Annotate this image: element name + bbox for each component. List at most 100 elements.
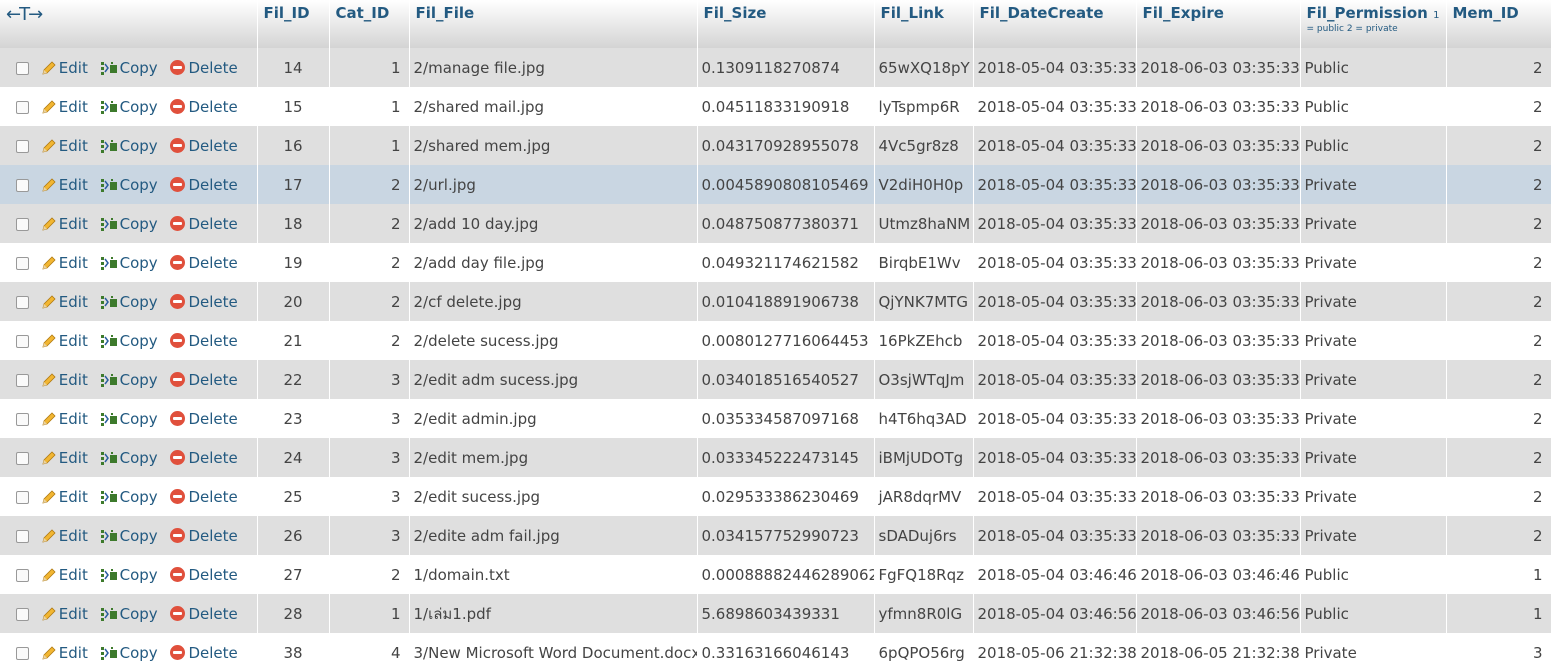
row-checkbox[interactable] (16, 178, 29, 192)
cell-fil-permission: Private (1300, 477, 1447, 516)
delete-button[interactable]: Delete (170, 605, 238, 623)
col-header-fil-size[interactable]: Fil_Size (697, 0, 875, 48)
row-checkbox[interactable] (16, 646, 29, 660)
delete-button[interactable]: Delete (170, 293, 238, 311)
cell-fil-expire: 2018-06-03 03:35:33 (1136, 243, 1301, 282)
table-row: Edit Copy Delete 17 2 2/url.jpg 0.004589… (0, 165, 1551, 204)
edit-button[interactable]: Edit (42, 254, 93, 272)
edit-button[interactable]: Edit (42, 410, 93, 428)
cell-fil-id: 19 (257, 243, 330, 282)
copy-button[interactable]: Copy (100, 332, 163, 350)
copy-button[interactable]: Copy (100, 449, 163, 467)
copy-button[interactable]: Copy (100, 605, 163, 623)
copy-button[interactable]: Copy (100, 371, 163, 389)
copy-button[interactable]: Copy (100, 488, 163, 506)
col-header-fil-permission[interactable]: Fil_Permission 1 = public 2 = private (1300, 0, 1447, 48)
copy-button[interactable]: Copy (100, 137, 163, 155)
delete-button[interactable]: Delete (170, 215, 238, 233)
edit-button[interactable]: Edit (42, 59, 93, 77)
edit-button[interactable]: Edit (42, 644, 93, 662)
edit-button[interactable]: Edit (42, 137, 93, 155)
column-nav-arrows[interactable]: ←T→ (0, 0, 258, 48)
cell-fil-id: 18 (257, 204, 330, 243)
row-actions: Edit Copy Delete (0, 321, 258, 360)
col-header-mem-id[interactable]: Mem_ID (1446, 0, 1551, 48)
cell-fil-expire: 2018-06-03 03:35:33 (1136, 204, 1301, 243)
cell-fil-size: 0.034018516540527 (697, 360, 875, 399)
row-checkbox[interactable] (16, 568, 29, 582)
delete-button[interactable]: Delete (170, 527, 238, 545)
col-header-fil-datecreate[interactable]: Fil_DateCreate (973, 0, 1137, 48)
col-header-fil-id[interactable]: Fil_ID (257, 0, 330, 48)
row-checkbox[interactable] (16, 451, 29, 465)
cell-fil-link: FgFQ18Rqz (874, 555, 974, 594)
row-checkbox[interactable] (16, 490, 29, 504)
copy-button[interactable]: Copy (100, 293, 163, 311)
cell-fil-file: 2/add 10 day.jpg (409, 204, 698, 243)
row-checkbox[interactable] (16, 334, 29, 348)
row-actions: Edit Copy Delete (0, 477, 258, 516)
delete-button[interactable]: Delete (170, 254, 238, 272)
delete-icon (170, 215, 186, 231)
delete-button[interactable]: Delete (170, 371, 238, 389)
row-checkbox[interactable] (16, 139, 29, 153)
copy-icon (100, 295, 117, 309)
permission-header-label: Fil_Permission (1306, 4, 1428, 22)
edit-button[interactable]: Edit (42, 566, 93, 584)
delete-button[interactable]: Delete (170, 332, 238, 350)
row-checkbox[interactable] (16, 412, 29, 426)
row-checkbox[interactable] (16, 217, 29, 231)
row-checkbox[interactable] (16, 100, 29, 114)
copy-button[interactable]: Copy (100, 410, 163, 428)
col-header-fil-file[interactable]: Fil_File (409, 0, 698, 48)
delete-button[interactable]: Delete (170, 566, 238, 584)
edit-button[interactable]: Edit (42, 332, 93, 350)
col-header-cat-id[interactable]: Cat_ID (329, 0, 410, 48)
edit-button[interactable]: Edit (42, 449, 93, 467)
delete-button[interactable]: Delete (170, 644, 238, 662)
row-checkbox[interactable] (16, 295, 29, 309)
cell-fil-link: O3sjWTqJm (874, 360, 974, 399)
delete-button[interactable]: Delete (170, 410, 238, 428)
col-header-fil-link[interactable]: Fil_Link (874, 0, 974, 48)
edit-button[interactable]: Edit (42, 215, 93, 233)
edit-button[interactable]: Edit (42, 488, 93, 506)
edit-button[interactable]: Edit (42, 605, 93, 623)
copy-button[interactable]: Copy (100, 215, 163, 233)
delete-button[interactable]: Delete (170, 449, 238, 467)
cell-fil-size: 0.033345222473145 (697, 438, 875, 477)
copy-button[interactable]: Copy (100, 176, 163, 194)
table-row: Edit Copy Delete 14 1 2/manage file.jpg … (0, 48, 1551, 87)
edit-button[interactable]: Edit (42, 371, 93, 389)
row-checkbox[interactable] (16, 529, 29, 543)
pencil-icon (42, 99, 56, 114)
row-checkbox[interactable] (16, 373, 29, 387)
copy-icon (100, 412, 117, 426)
cell-fil-link: 65wXQ18pY (874, 48, 974, 87)
row-checkbox[interactable] (16, 607, 29, 621)
row-checkbox[interactable] (16, 61, 29, 75)
edit-button[interactable]: Edit (42, 176, 93, 194)
cell-fil-size: 0.034157752990723 (697, 516, 875, 555)
copy-button[interactable]: Copy (100, 566, 163, 584)
delete-button[interactable]: Delete (170, 176, 238, 194)
delete-button[interactable]: Delete (170, 488, 238, 506)
row-checkbox[interactable] (16, 256, 29, 270)
copy-icon (100, 139, 117, 153)
delete-button[interactable]: Delete (170, 98, 238, 116)
copy-button[interactable]: Copy (100, 254, 163, 272)
copy-button[interactable]: Copy (100, 527, 163, 545)
edit-button[interactable]: Edit (42, 527, 93, 545)
cell-fil-link: 4Vc5gr8z8 (874, 126, 974, 165)
copy-icon (100, 568, 117, 582)
copy-button[interactable]: Copy (100, 644, 163, 662)
copy-button[interactable]: Copy (100, 98, 163, 116)
cell-cat-id: 4 (329, 633, 410, 672)
delete-icon (170, 371, 186, 387)
delete-button[interactable]: Delete (170, 59, 238, 77)
delete-button[interactable]: Delete (170, 137, 238, 155)
copy-button[interactable]: Copy (100, 59, 163, 77)
edit-button[interactable]: Edit (42, 98, 93, 116)
edit-button[interactable]: Edit (42, 293, 93, 311)
col-header-fil-expire[interactable]: Fil_Expire (1136, 0, 1301, 48)
